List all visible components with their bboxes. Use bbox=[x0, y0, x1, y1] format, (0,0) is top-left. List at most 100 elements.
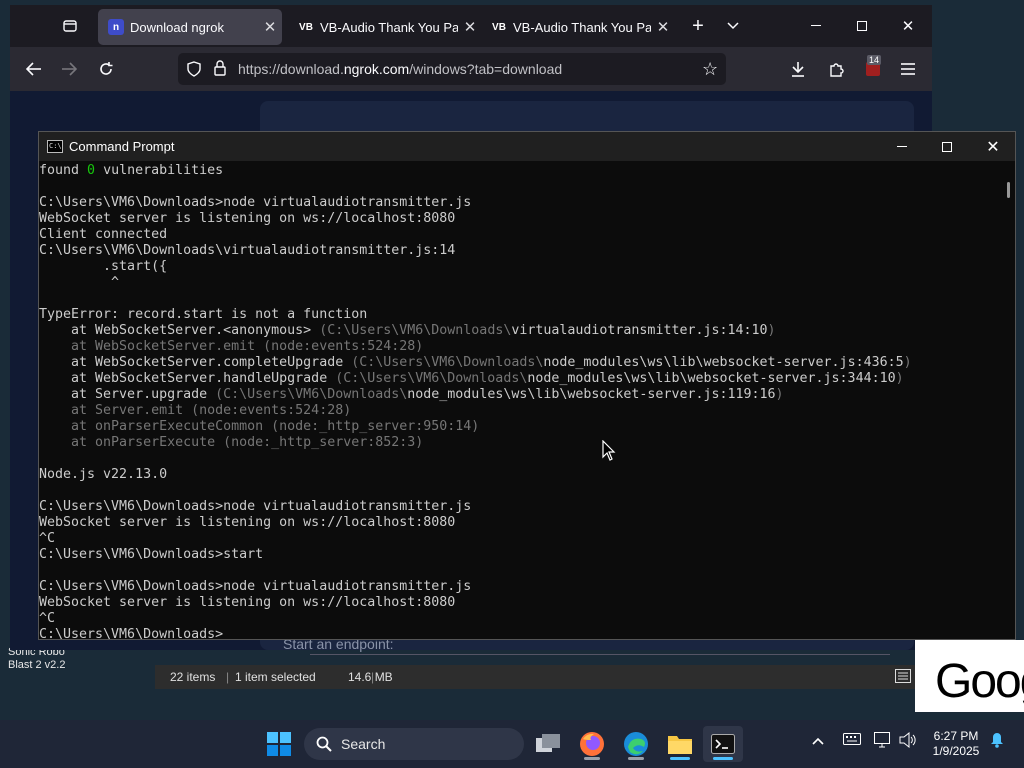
console-text: 0 bbox=[87, 163, 96, 178]
maximize-icon[interactable] bbox=[842, 13, 882, 39]
show-hidden-icons-chevron-up-icon[interactable] bbox=[812, 732, 824, 750]
console-text: at WebSocketServer.emit (node:events:524… bbox=[39, 339, 424, 354]
taskbar-search-box[interactable]: Search bbox=[304, 728, 524, 760]
console-text: WebSocket server is listening on ws://lo… bbox=[39, 211, 456, 226]
console-line: WebSocket server is listening on ws://lo… bbox=[39, 595, 1003, 611]
extensions-puzzle-icon[interactable] bbox=[821, 55, 851, 83]
console-line: ^C bbox=[39, 611, 1003, 627]
forward-arrow-icon[interactable] bbox=[54, 55, 84, 83]
divider bbox=[310, 654, 890, 655]
console-line: at Server.upgrade (C:\Users\VM6\Download… bbox=[39, 387, 1003, 403]
close-tab-icon[interactable]: ✕ bbox=[458, 18, 482, 36]
google-logo: Goog bbox=[935, 655, 1024, 708]
close-window-icon[interactable]: ✕ bbox=[970, 132, 1016, 161]
cmd-app-icon: C:\ bbox=[47, 140, 63, 153]
console-line: .start({ bbox=[39, 259, 1003, 275]
firefox-icon[interactable] bbox=[572, 726, 612, 762]
minimize-icon[interactable] bbox=[879, 132, 925, 161]
edge-icon[interactable] bbox=[616, 726, 656, 762]
console-text: TypeError: record.start is not a functio… bbox=[39, 307, 368, 322]
volume-icon[interactable] bbox=[899, 731, 917, 753]
lock-icon[interactable] bbox=[214, 60, 226, 81]
network-icon[interactable] bbox=[874, 732, 892, 753]
console-output[interactable]: found 0 vulnerabilities C:\Users\VM6\Dow… bbox=[39, 161, 1003, 640]
tab-title: VB-Audio Thank You Page bbox=[320, 19, 458, 35]
console-line: Node.js v22.13.0 bbox=[39, 467, 1003, 483]
taskbar: Search 6:27 PM 1/9/2025 bbox=[0, 720, 1024, 768]
running-indicator bbox=[584, 757, 600, 760]
selection-info: 1 item selected bbox=[235, 670, 316, 684]
details-view-icon[interactable] bbox=[895, 669, 911, 686]
list-tabs-chevron-down-icon[interactable] bbox=[713, 13, 753, 39]
tab-download-ngrok[interactable]: n Download ngrok ✕ bbox=[98, 9, 282, 45]
console-text: node_modules\ws\lib\websocket-server.js:… bbox=[407, 387, 776, 402]
firefox-view-icon[interactable] bbox=[55, 12, 85, 40]
bookmark-star-icon[interactable]: ☆ bbox=[702, 59, 718, 80]
clock-date: 1/9/2025 bbox=[932, 744, 980, 758]
console-text: C:\Users\VM6\Downloads>node virtualaudio… bbox=[39, 499, 472, 514]
console-text: ^ bbox=[39, 275, 120, 290]
tab-vb-audio-2[interactable]: VB VB-Audio Thank You Page ✕ bbox=[485, 9, 675, 45]
url-prefix: https://download. bbox=[238, 61, 344, 77]
close-tab-icon[interactable]: ✕ bbox=[651, 18, 675, 36]
close-window-icon[interactable]: ✕ bbox=[888, 13, 928, 39]
console-line: C:\Users\VM6\Downloads> bbox=[39, 627, 1003, 640]
url-text[interactable]: https://download.ngrok.com/windows?tab=d… bbox=[238, 61, 562, 77]
console-line: ^ bbox=[39, 275, 1003, 291]
clock-time: 6:27 PM bbox=[933, 729, 979, 743]
hamburger-menu-icon[interactable] bbox=[893, 55, 923, 83]
scrollbar-thumb[interactable] bbox=[1007, 182, 1010, 198]
console-text: at onParserExecute (node:_http_server:85… bbox=[39, 435, 424, 450]
reload-icon[interactable] bbox=[91, 55, 121, 83]
console-text: Node.js v22.13.0 bbox=[39, 467, 168, 482]
running-indicator bbox=[628, 757, 644, 760]
console-text: at WebSocketServer.completeUpgrade bbox=[39, 355, 352, 370]
tab-vb-audio-1[interactable]: VB VB-Audio Thank You Page ✕ bbox=[292, 9, 482, 45]
back-arrow-icon[interactable] bbox=[19, 55, 49, 83]
console-text: C:\Users\VM6\Downloads>start bbox=[39, 547, 264, 562]
console-text: virtualaudiotransmitter.js:14:10 bbox=[511, 323, 768, 338]
tab-title: Download ngrok bbox=[130, 19, 224, 35]
tracking-protection-shield-icon[interactable] bbox=[187, 61, 201, 82]
console-text: ) bbox=[767, 323, 776, 338]
cmd-title-bar[interactable]: C:\ Command Prompt ✕ bbox=[39, 132, 1015, 161]
minimize-icon[interactable] bbox=[796, 13, 836, 39]
url-bar[interactable]: https://download.ngrok.com/windows?tab=d… bbox=[178, 53, 726, 85]
console-text: ) bbox=[895, 371, 904, 386]
downloads-icon[interactable] bbox=[783, 55, 813, 83]
notification-bell-icon[interactable] bbox=[990, 732, 1004, 753]
console-text: Client connected bbox=[39, 227, 168, 242]
vb-audio-favicon-icon: VB bbox=[492, 21, 506, 33]
item-count: 22 items bbox=[170, 670, 216, 684]
start-icon[interactable] bbox=[259, 726, 299, 762]
console-text: C:\Users\VM6\Downloads>node virtualaudio… bbox=[39, 579, 472, 594]
terminal-icon[interactable] bbox=[703, 726, 743, 762]
console-text: (C:\Users\VM6\Downloads\ bbox=[319, 323, 512, 338]
console-line: WebSocket server is listening on ws://lo… bbox=[39, 515, 1003, 531]
command-prompt-window: C:\ Command Prompt ✕ found 0 vulnerabili… bbox=[38, 131, 1016, 640]
close-tab-icon[interactable]: ✕ bbox=[258, 18, 282, 36]
keyboard-icon[interactable] bbox=[843, 732, 861, 750]
console-line: at WebSocketServer.emit (node:events:524… bbox=[39, 339, 1003, 355]
console-line: ^C bbox=[39, 531, 1003, 547]
console-text: C:\Users\VM6\Downloads>node virtualaudio… bbox=[39, 195, 472, 210]
console-text: at Server.upgrade bbox=[39, 387, 216, 402]
url-domain: ngrok.com bbox=[343, 61, 410, 77]
tab-title: VB-Audio Thank You Page bbox=[513, 19, 651, 35]
console-line: Client connected bbox=[39, 227, 1003, 243]
console-text: vulnerabilities bbox=[95, 163, 224, 178]
console-text: C:\Users\VM6\Downloads\virtualaudiotrans… bbox=[39, 243, 456, 258]
task-view-icon[interactable] bbox=[528, 726, 568, 762]
url-suffix: /windows?tab=download bbox=[409, 61, 563, 77]
console-line: at WebSocketServer.<anonymous> (C:\Users… bbox=[39, 323, 1003, 339]
maximize-icon[interactable] bbox=[924, 132, 970, 161]
file-explorer-icon[interactable] bbox=[660, 726, 700, 762]
console-scrollbar[interactable] bbox=[1003, 162, 1013, 639]
console-text: at onParserExecuteCommon (node:_http_ser… bbox=[39, 419, 480, 434]
system-clock[interactable]: 6:27 PM 1/9/2025 bbox=[922, 729, 990, 759]
ublock-extension-icon[interactable]: 14 bbox=[858, 55, 888, 83]
new-tab-icon[interactable]: + bbox=[678, 13, 718, 39]
